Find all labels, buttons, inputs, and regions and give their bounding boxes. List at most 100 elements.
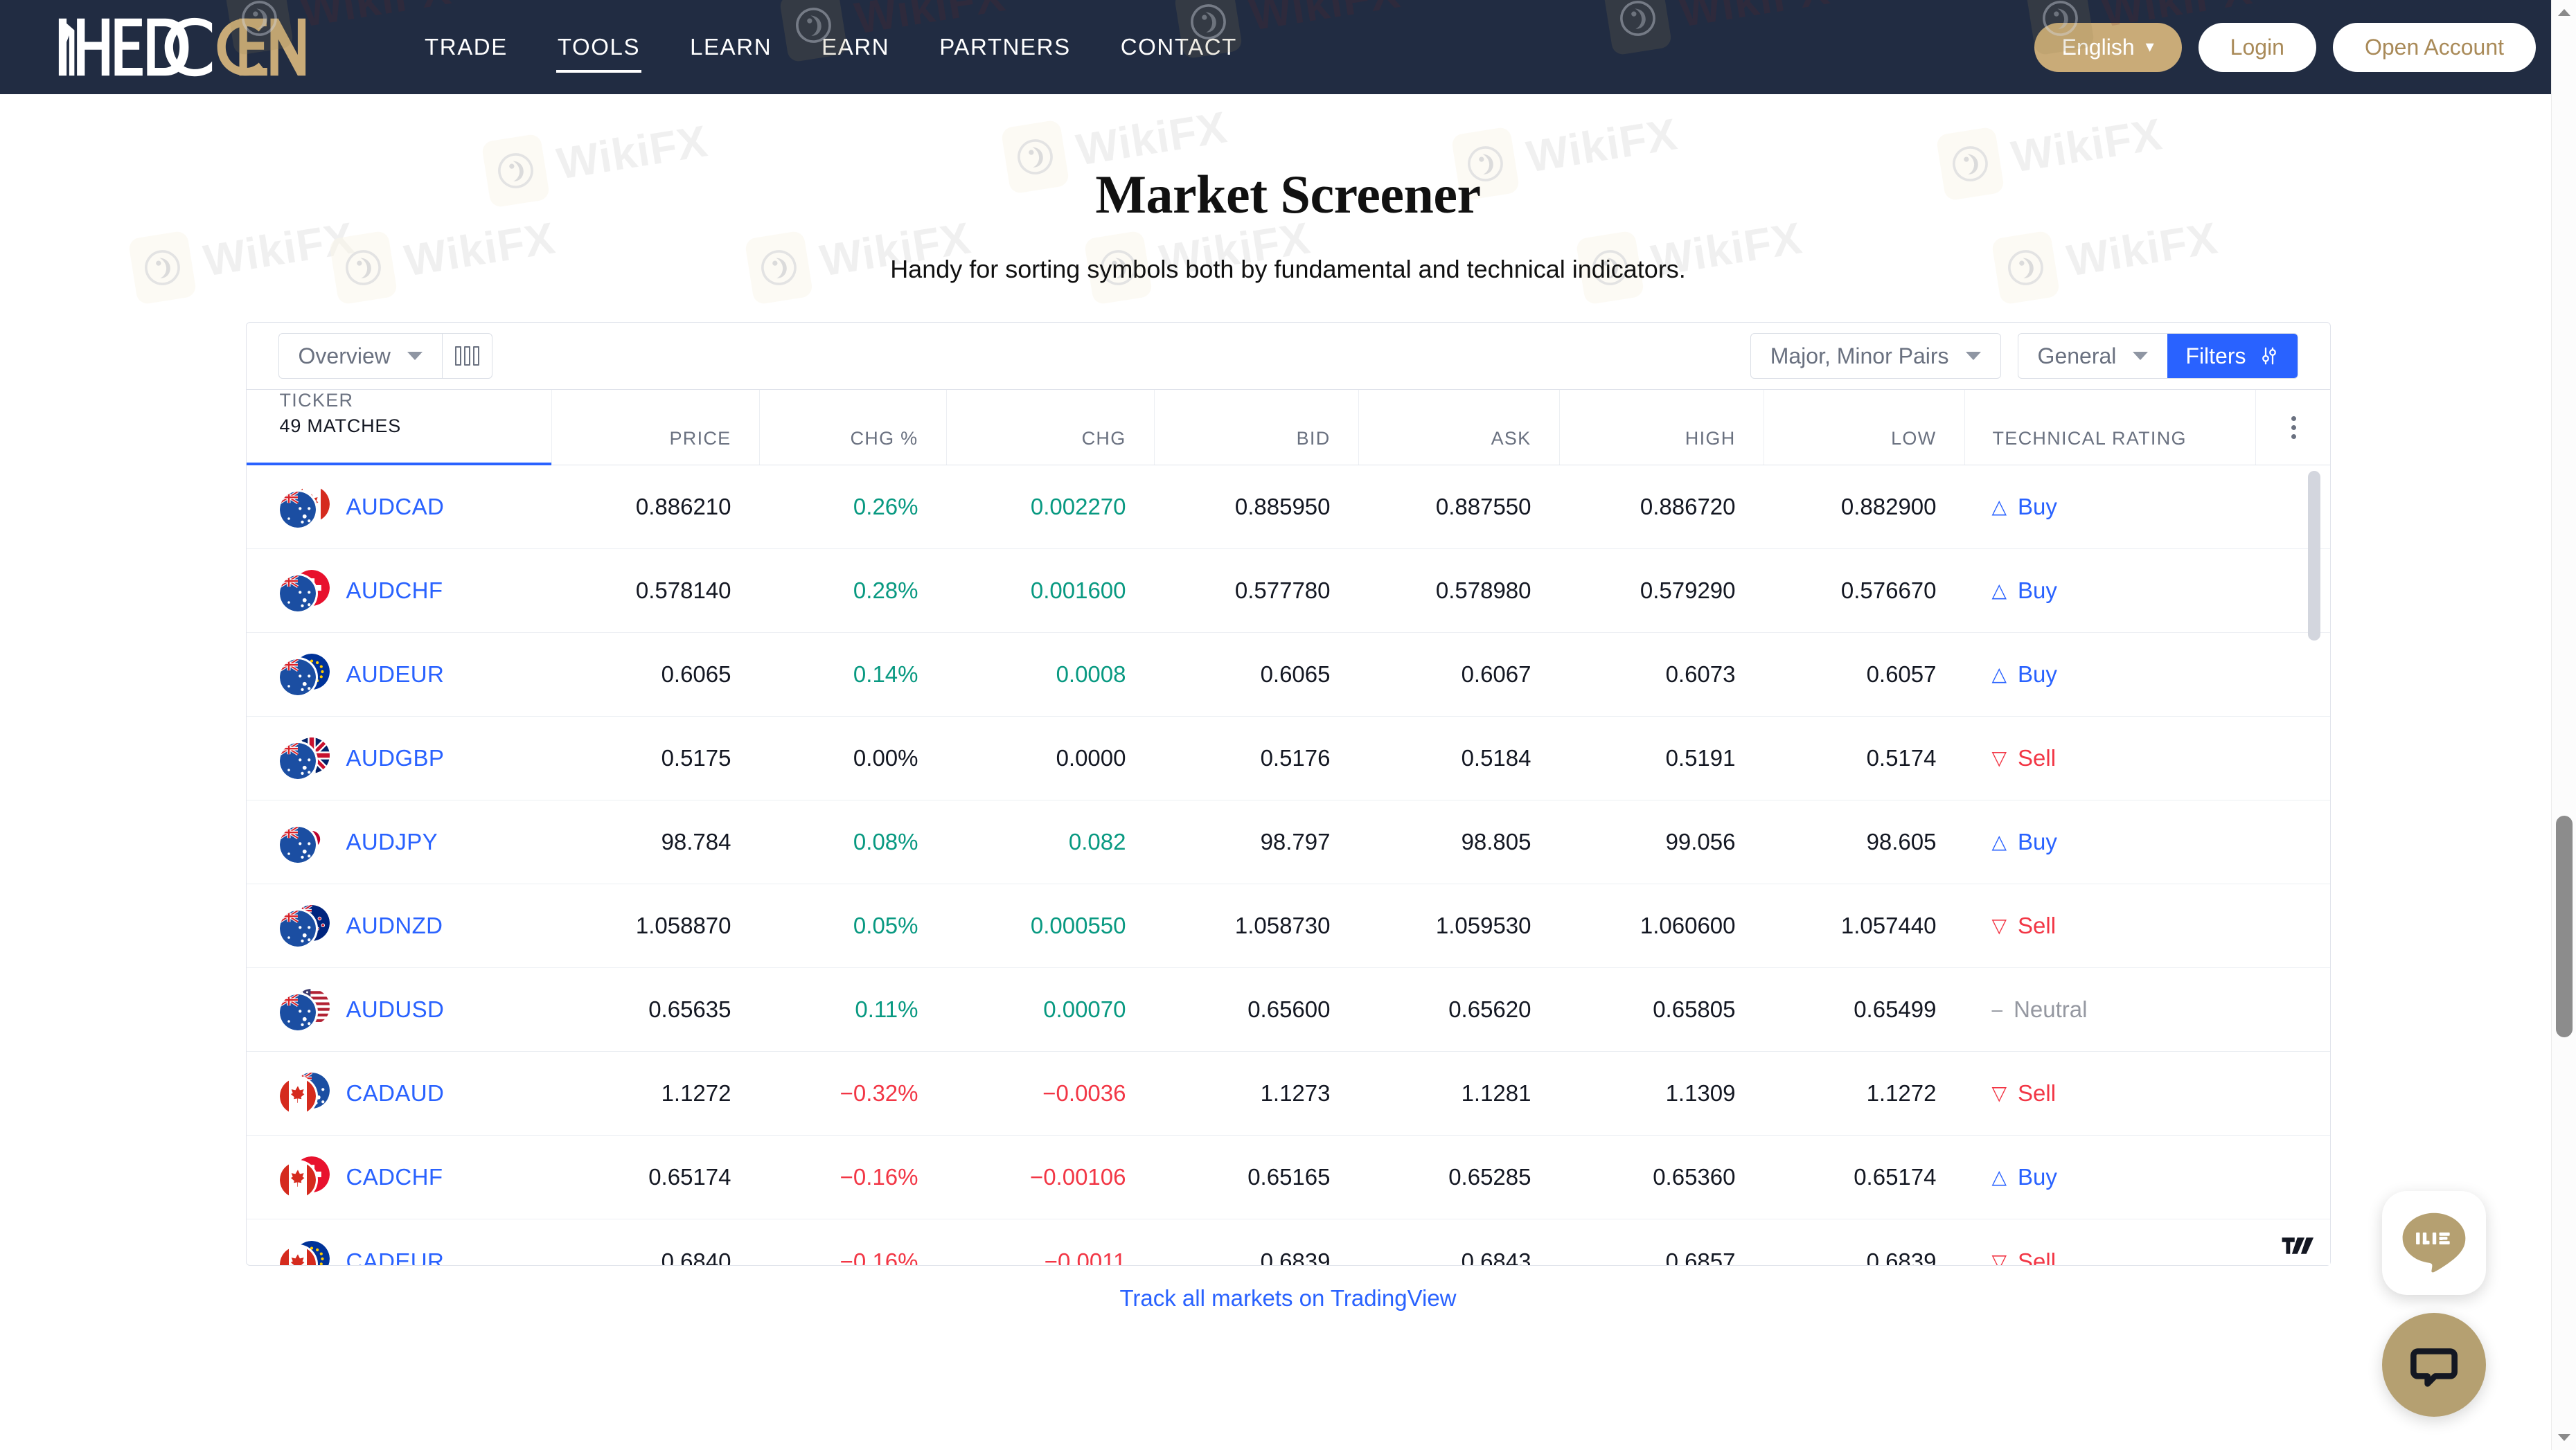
market-screener-widget: Overview Major, Minor Pairs General <box>246 322 2331 1266</box>
market-select[interactable]: Major, Minor Pairs <box>1751 343 2000 369</box>
column-header-low[interactable]: LOW <box>1764 390 1964 465</box>
low-cell: 0.6057 <box>1764 633 1964 716</box>
line-chat-button[interactable] <box>2382 1191 2486 1295</box>
tradingview-logo[interactable] <box>2266 1226 2330 1265</box>
page-subtitle: Handy for sorting symbols both by fundam… <box>0 255 2576 284</box>
view-select[interactable]: Overview <box>279 334 442 378</box>
watermark-logo-icon <box>1603 0 1672 56</box>
table-scrollbar-thumb[interactable] <box>2308 471 2320 641</box>
live-chat-button[interactable] <box>2382 1313 2486 1417</box>
tradingview-link[interactable]: Track all markets on TradingView <box>0 1285 2576 1312</box>
category-select[interactable]: General <box>2018 334 2168 378</box>
currency-pair-flag-icon <box>280 1241 330 1266</box>
column-header-high[interactable]: HIGH <box>1559 390 1764 465</box>
table-row[interactable]: CADEUR0.6840−0.16%−0.00110.68390.68430.6… <box>247 1219 2330 1265</box>
ticker-symbol[interactable]: CADEUR <box>346 1248 445 1266</box>
watermark-logo-icon <box>1173 0 1243 60</box>
ticker-symbol[interactable]: AUDGBP <box>346 745 445 771</box>
chg-cell: 0.000550 <box>946 884 1154 967</box>
currency-pair-flag-icon <box>280 821 330 863</box>
ticker-cell[interactable]: CADCHF <box>247 1136 551 1219</box>
ticker-symbol[interactable]: CADAUD <box>346 1080 445 1107</box>
table-row[interactable]: AUDGBP0.51750.00%0.00000.51760.51840.519… <box>247 717 2330 800</box>
table-row[interactable]: AUDEUR0.60650.14%0.00080.60650.60670.607… <box>247 633 2330 717</box>
low-cell: 0.882900 <box>1764 465 1964 548</box>
column-header-rating[interactable]: TECHNICAL RATING <box>1964 390 2255 465</box>
view-select-label: Overview <box>299 343 391 369</box>
ticker-symbol[interactable]: AUDEUR <box>346 661 445 688</box>
low-cell: 0.65499 <box>1764 968 1964 1051</box>
table-row[interactable]: AUDUSD0.656350.11%0.000700.656000.656200… <box>247 968 2330 1052</box>
market-select-label: Major, Minor Pairs <box>1770 343 1949 369</box>
ticker-cell[interactable]: AUDEUR <box>247 633 551 716</box>
table-row[interactable]: CADCHF0.65174−0.16%−0.001060.651650.6528… <box>247 1136 2330 1219</box>
table-body-scroll-area[interactable]: AUDCAD0.8862100.26%0.0022700.8859500.887… <box>247 465 2330 1265</box>
ticker-cell[interactable]: AUDGBP <box>247 717 551 800</box>
nav-link-learn[interactable]: LEARN <box>665 27 797 67</box>
ticker-cell[interactable]: CADEUR <box>247 1219 551 1265</box>
chg-cell: −0.0036 <box>946 1052 1154 1135</box>
chg-cell: 0.00070 <box>946 968 1154 1051</box>
ticker-symbol[interactable]: AUDCAD <box>346 494 445 520</box>
ticker-cell[interactable]: AUDCAD <box>247 465 551 548</box>
base-flag-icon <box>280 994 316 1030</box>
table-row[interactable]: CADAUD1.1272−0.32%−0.00361.12731.12811.1… <box>247 1052 2330 1136</box>
table-row[interactable]: AUDCHF0.5781400.28%0.0016000.5777800.578… <box>247 549 2330 633</box>
column-options-button[interactable] <box>2255 390 2331 465</box>
chg-cell: 0.0008 <box>946 633 1154 716</box>
ticker-cell[interactable]: AUDNZD <box>247 884 551 967</box>
technical-rating-cell: ▽Sell <box>1964 1052 2255 1135</box>
column-header-bid[interactable]: BID <box>1154 390 1358 465</box>
nav-link-tools[interactable]: TOOLS <box>533 27 665 67</box>
ticker-symbol[interactable]: AUDCHF <box>346 578 443 604</box>
scroll-up-arrow-icon[interactable] <box>2552 0 2576 25</box>
base-flag-icon <box>280 1162 316 1198</box>
matches-count: 49 MATCHES <box>280 415 402 437</box>
watermark-logo-icon <box>2025 0 2095 56</box>
browser-scrollbar[interactable] <box>2551 0 2576 1450</box>
column-header-chg[interactable]: CHG <box>946 390 1154 465</box>
open-account-button[interactable]: Open Account <box>2333 23 2536 72</box>
ticker-symbol[interactable]: CADCHF <box>346 1164 443 1190</box>
arrow-down-icon: ▽ <box>1992 916 2007 936</box>
technical-rating-cell: △Buy <box>1964 633 2255 716</box>
ticker-cell[interactable]: AUDUSD <box>247 968 551 1051</box>
browser-scrollbar-thumb[interactable] <box>2556 816 2573 1037</box>
column-header-price[interactable]: PRICE <box>551 390 759 465</box>
base-flag-icon <box>280 492 316 528</box>
table-row[interactable]: AUDNZD1.0588700.05%0.0005501.0587301.059… <box>247 884 2330 968</box>
chg-cell: −0.00106 <box>946 1136 1154 1219</box>
technical-rating-cell: ▽Sell <box>1964 1219 2255 1265</box>
view-select-group: Overview <box>278 333 492 379</box>
ask-cell: 1.059530 <box>1358 884 1559 967</box>
high-cell: 0.579290 <box>1559 549 1764 632</box>
ticker-cell[interactable]: AUDCHF <box>247 549 551 632</box>
ticker-symbol[interactable]: AUDNZD <box>346 913 443 939</box>
columns-button[interactable] <box>442 334 492 378</box>
bid-cell: 98.797 <box>1154 800 1358 884</box>
base-flag-icon <box>280 1078 316 1114</box>
nav-link-trade[interactable]: TRADE <box>400 27 533 67</box>
ask-cell: 98.805 <box>1358 800 1559 884</box>
login-button[interactable]: Login <box>2199 23 2316 72</box>
currency-pair-flag-icon <box>280 737 330 779</box>
filters-button[interactable]: Filters <box>2167 334 2297 378</box>
arrow-up-icon: △ <box>1992 1167 2007 1187</box>
ticker-cell[interactable]: AUDJPY <box>247 800 551 884</box>
ticker-symbol[interactable]: AUDUSD <box>346 996 445 1023</box>
currency-pair-flag-icon <box>280 1156 330 1198</box>
column-header-ticker[interactable]: TICKER49 MATCHES <box>247 390 551 465</box>
ticker-symbol[interactable]: AUDJPY <box>346 829 438 855</box>
table-row[interactable]: AUDJPY98.7840.08%0.08298.79798.80599.056… <box>247 800 2330 884</box>
table-scrollbar[interactable] <box>2308 471 2320 1264</box>
scroll-down-arrow-icon[interactable] <box>2552 1425 2576 1450</box>
watermark-logo-icon <box>224 0 294 56</box>
price-cell: 0.6065 <box>551 633 759 716</box>
ask-cell: 0.5184 <box>1358 717 1559 800</box>
low-cell: 1.057440 <box>1764 884 1964 967</box>
table-row[interactable]: AUDCAD0.8862100.26%0.0022700.8859500.887… <box>247 465 2330 549</box>
column-header-ask[interactable]: ASK <box>1358 390 1559 465</box>
column-header-chg_pct[interactable]: CHG % <box>759 390 946 465</box>
ticker-cell[interactable]: CADAUD <box>247 1052 551 1135</box>
chg-cell: −0.0011 <box>946 1219 1154 1265</box>
